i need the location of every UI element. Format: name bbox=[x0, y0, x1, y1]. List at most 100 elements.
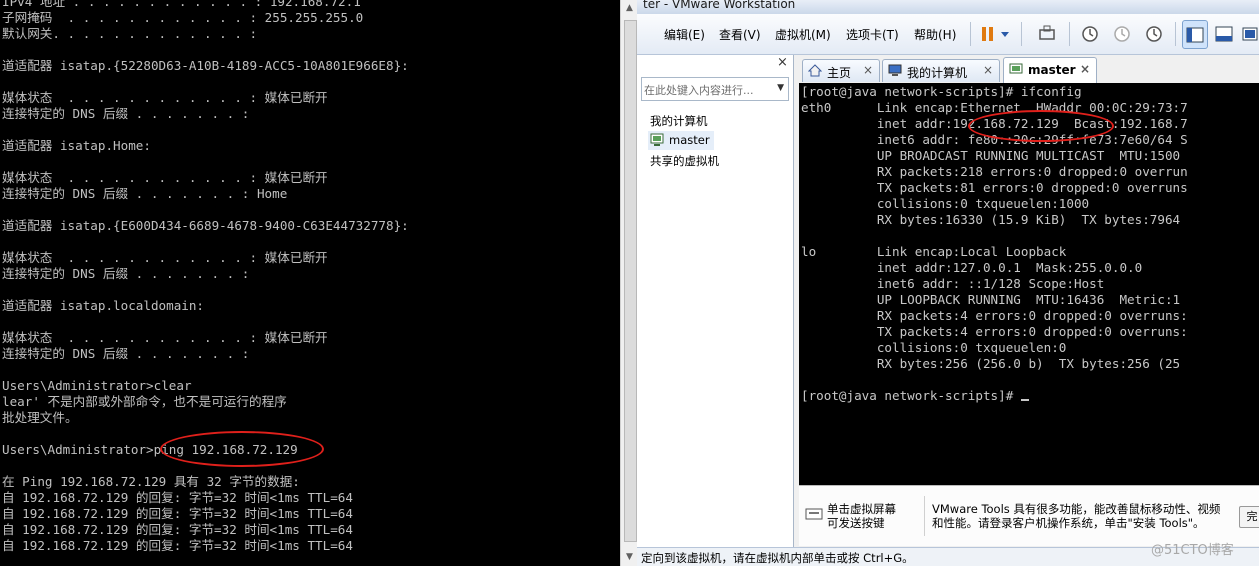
library-search-placeholder: 在此处键入内容进行... bbox=[644, 84, 754, 97]
keyboard-icon bbox=[805, 508, 823, 520]
snapshot-manager-button[interactable] bbox=[1142, 20, 1166, 47]
revert-snapshot-button[interactable] bbox=[1110, 20, 1134, 47]
library-panel: × 在此处键入内容进行... ▼ 我的计算机 master 共享的虚拟机 bbox=[637, 55, 794, 547]
output-line: TX packets:81 errors:0 dropped:0 overrun… bbox=[801, 180, 1188, 195]
scrollbar-thumb[interactable] bbox=[624, 20, 637, 542]
output-line: 自 192.168.72.129 的回复: 字节=32 时间<1ms TTL=6… bbox=[2, 522, 353, 537]
cmd-window[interactable]: IPv4 地址 . . . . . . . . . . . . : 192.16… bbox=[0, 0, 620, 566]
menu-help[interactable]: 帮助(H) bbox=[914, 26, 956, 43]
tab-close-icon[interactable]: × bbox=[983, 63, 993, 77]
output-line: RX bytes:16330 (15.9 KiB) TX bytes:7964 bbox=[801, 212, 1181, 227]
output-line: 媒体状态 . . . . . . . . . . . . : 媒体已断开 bbox=[2, 330, 328, 345]
output-line: inet6 addr: ::1/128 Scope:Host bbox=[801, 276, 1105, 291]
tab-close-icon[interactable]: × bbox=[863, 63, 873, 77]
output-line: 道适配器 isatap.Home: bbox=[2, 138, 151, 153]
fullscreen-icon bbox=[1242, 27, 1258, 40]
output-line: lo Link encap:Local Loopback bbox=[801, 244, 1067, 259]
output-line: lear' 不是内部或外部命令，也不是可运行的程序 bbox=[2, 394, 287, 409]
output-line: 道适配器 isatap.{E600D434-6689-4678-9400-C63… bbox=[2, 218, 409, 233]
menu-view[interactable]: 查看(V) bbox=[719, 26, 761, 43]
output-line: UP BROADCAST RUNNING MULTICAST MTU:1500 bbox=[801, 148, 1181, 163]
output-line: [root@java network-scripts]# bbox=[801, 388, 1029, 404]
install-tools-button[interactable]: 完 bbox=[1239, 506, 1259, 528]
scroll-down-icon[interactable]: ▼ bbox=[621, 549, 638, 566]
computer-icon bbox=[888, 64, 902, 76]
clock-manager-icon bbox=[1146, 25, 1162, 42]
output-line: 媒体状态 . . . . . . . . . . . . : 媒体已断开 bbox=[2, 170, 328, 185]
console-view-button[interactable] bbox=[1212, 20, 1236, 47]
output-line: UP LOOPBACK RUNNING MTU:16436 Metric:1 bbox=[801, 292, 1181, 307]
output-line: 自 192.168.72.129 的回复: 字节=32 时间<1ms TTL=6… bbox=[2, 490, 353, 505]
watermark: @51CTO博客 bbox=[1151, 543, 1234, 558]
tree-item-label: master bbox=[669, 133, 710, 147]
window-title: ter - VMware Workstation bbox=[643, 0, 796, 11]
output-line: 连接特定的 DNS 后缀 . . . . . . . : bbox=[2, 106, 250, 121]
tools-info-text: VMware Tools 具有很多功能，能改善鼠标移动性、视频 和性能。请登录客… bbox=[932, 502, 1221, 530]
vm-console[interactable]: [root@java network-scripts]# ifconfig eth… bbox=[799, 83, 1259, 485]
tab-home[interactable]: 主页 × bbox=[802, 59, 880, 82]
text-cursor bbox=[1020, 399, 1029, 401]
output-line: Users\Administrator>clear bbox=[2, 378, 192, 393]
tree-item-my-computer[interactable]: 我的计算机 bbox=[650, 113, 708, 129]
output-line: 自 192.168.72.129 的回复: 字节=32 时间<1ms TTL=6… bbox=[2, 538, 353, 553]
tree-item-shared-vms[interactable]: 共享的虚拟机 bbox=[650, 153, 719, 169]
status-text: 定向到该虚拟机，请在虚拟机内部单击或按 Ctrl+G。 bbox=[641, 551, 914, 565]
clock-back-icon bbox=[1114, 25, 1130, 42]
menu-edit[interactable]: 编辑(E) bbox=[664, 26, 705, 43]
tab-my-computer[interactable]: 我的计算机 × bbox=[882, 59, 1000, 82]
vm-icon bbox=[650, 133, 664, 146]
clock-icon bbox=[1082, 25, 1098, 42]
output-line: 子网掩码 . . . . . . . . . . . . : 255.255.2… bbox=[2, 10, 364, 25]
library-view-icon bbox=[1186, 27, 1204, 42]
vmware-window: ter - VMware Workstation 编辑(E) 查看(V) 虚拟机… bbox=[637, 0, 1259, 566]
output-line: 媒体状态 . . . . . . . . . . . . : 媒体已断开 bbox=[2, 90, 328, 105]
output-line: RX packets:4 errors:0 dropped:0 overruns… bbox=[801, 308, 1188, 323]
snapshot-button[interactable] bbox=[1078, 20, 1102, 47]
output-line: 媒体状态 . . . . . . . . . . . . : 媒体已断开 bbox=[2, 250, 328, 265]
tree-item-master[interactable]: master bbox=[648, 131, 714, 150]
annotation-circle-ip bbox=[968, 110, 1114, 142]
output-line: [root@java network-scripts]# ifconfig bbox=[801, 84, 1082, 99]
library-close-icon[interactable]: × bbox=[777, 55, 788, 70]
output-line: TX packets:4 errors:0 dropped:0 overruns… bbox=[801, 324, 1188, 339]
show-library-button[interactable] bbox=[1182, 20, 1208, 49]
send-ctrl-alt-del-button[interactable] bbox=[1035, 20, 1059, 47]
pause-button[interactable] bbox=[976, 20, 1014, 47]
tab-label: 主页 bbox=[827, 66, 852, 80]
annotation-circle-ping bbox=[160, 431, 324, 467]
cmd-scrollbar[interactable]: ▲ ▼ bbox=[620, 0, 638, 566]
output-line: RX bytes:256 (256.0 b) TX bytes:256 (25 bbox=[801, 356, 1181, 371]
tab-label: 我的计算机 bbox=[907, 66, 968, 80]
output-line: 自 192.168.72.129 的回复: 字节=32 时间<1ms TTL=6… bbox=[2, 506, 353, 521]
pause-icon bbox=[982, 26, 1009, 41]
output-line: 道适配器 isatap.{52280D63-A10B-4189-ACC5-10A… bbox=[2, 58, 409, 73]
output-line: 在 Ping 192.168.72.129 具有 32 字节的数据: bbox=[2, 474, 300, 489]
menu-bar: 编辑(E) 查看(V) 虚拟机(M) 选项卡(T) 帮助(H) bbox=[637, 14, 1259, 55]
output-line: collisions:0 txqueuelen:0 bbox=[801, 340, 1067, 355]
dropdown-arrow-icon[interactable]: ▼ bbox=[777, 83, 784, 93]
output-line: 批处理文件。 bbox=[2, 410, 78, 425]
library-search-input[interactable]: 在此处键入内容进行... ▼ bbox=[641, 77, 789, 101]
tab-bar: 主页 × 我的计算机 × master × bbox=[799, 56, 1259, 83]
menu-vm[interactable]: 虚拟机(M) bbox=[775, 26, 831, 43]
vmware-tools-notification: 单击虚拟屏幕 可发送按键 VMware Tools 具有很多功能，能改善鼠标移动… bbox=[799, 485, 1259, 546]
console-view-icon bbox=[1215, 26, 1233, 41]
scroll-up-icon[interactable]: ▲ bbox=[621, 0, 638, 17]
tab-master[interactable]: master × bbox=[1003, 57, 1097, 83]
keyboard-icon bbox=[1039, 25, 1055, 40]
output-line: 道适配器 isatap.localdomain: bbox=[2, 298, 205, 313]
output-line: 连接特定的 DNS 后缀 . . . . . . . : Home bbox=[2, 186, 288, 201]
vm-icon bbox=[1009, 63, 1023, 74]
tab-close-icon[interactable]: × bbox=[1080, 62, 1090, 76]
output-line: 连接特定的 DNS 后缀 . . . . . . . : bbox=[2, 266, 250, 281]
output-line: IPv4 地址 . . . . . . . . . . . . : 192.16… bbox=[2, 0, 361, 9]
output-line: 连接特定的 DNS 后缀 . . . . . . . : bbox=[2, 346, 250, 361]
menu-tabs[interactable]: 选项卡(T) bbox=[846, 26, 899, 43]
output-line: 默认网关. . . . . . . . . . . . . : bbox=[2, 26, 258, 41]
home-icon bbox=[808, 64, 822, 77]
click-screen-hint: 单击虚拟屏幕 可发送按键 bbox=[827, 502, 896, 530]
fullscreen-button[interactable] bbox=[1240, 20, 1259, 47]
output-line: inet addr:127.0.0.1 Mask:255.0.0.0 bbox=[801, 260, 1143, 275]
window-title-bar: ter - VMware Workstation bbox=[637, 0, 1259, 14]
output-line: RX packets:218 errors:0 dropped:0 overru… bbox=[801, 164, 1188, 179]
